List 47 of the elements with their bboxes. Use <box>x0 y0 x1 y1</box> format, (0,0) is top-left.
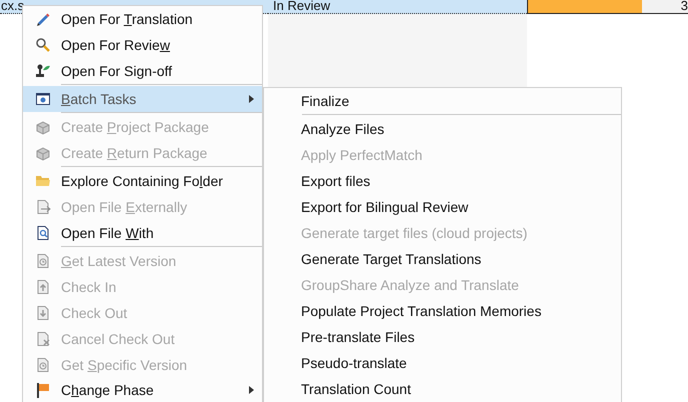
submenu-item[interactable]: Finalize <box>264 88 621 114</box>
menu-item-label: Open File Externally <box>61 199 188 215</box>
menu-item[interactable]: Explore Containing Folder <box>23 168 262 194</box>
submenu-item[interactable]: Translation Count <box>264 376 621 402</box>
folder-icon <box>35 173 51 189</box>
document-up-arrow-icon <box>35 279 51 295</box>
table-cell: 3 <box>680 0 688 12</box>
pencil-icon <box>35 11 51 27</box>
menu-item[interactable]: Open For Review <box>23 32 262 58</box>
submenu-item[interactable]: Export files <box>264 168 621 194</box>
document-clock-icon <box>35 253 51 269</box>
document-search-icon <box>35 225 51 241</box>
box-icon <box>35 119 51 135</box>
menu-item-label: Explore Containing Folder <box>61 173 224 189</box>
menu-item-label: Cancel Check Out <box>61 331 176 347</box>
menu-item-label: Check Out <box>61 305 128 321</box>
document-arrow-icon <box>35 199 51 215</box>
submenu-item[interactable]: Export for Bilingual Review <box>264 194 621 220</box>
menu-item[interactable]: Open File With <box>23 220 262 246</box>
box-icon <box>35 145 51 161</box>
search-icon <box>35 37 51 53</box>
submenu-item[interactable]: Pseudo-translate <box>264 350 621 376</box>
menu-item[interactable]: Batch Tasks <box>23 86 262 112</box>
document-clock-icon <box>35 357 51 373</box>
menu-item-label: Open File With <box>61 225 155 241</box>
menu-item-label: Get Specific Version <box>61 357 188 373</box>
menu-item-label: Open For Translation <box>61 11 194 27</box>
submenu-item[interactable]: Populate Project Translation Memories <box>264 298 621 324</box>
submenu-item[interactable]: Generate Target Translations <box>264 246 621 272</box>
menu-item-label: Check In <box>61 279 118 295</box>
menu-item-label: Get Latest Version <box>61 253 178 269</box>
flag-icon <box>35 382 51 398</box>
submenu-item[interactable]: Analyze Files <box>264 116 621 142</box>
stamp-icon <box>35 63 51 79</box>
document-cross-icon <box>35 331 51 347</box>
menu-item-label: Open For Review <box>61 37 171 53</box>
menu-item-label: Batch Tasks <box>61 91 138 107</box>
document-down-arrow-icon <box>35 305 51 321</box>
submenu-item[interactable]: Pre-translate Files <box>264 324 621 350</box>
status-cell: In Review <box>268 0 527 14</box>
menu-item-label: Create Project Package <box>61 119 210 135</box>
menu-item-label: Change Phase <box>61 382 155 398</box>
menu-item[interactable]: Open For Sign-off <box>23 58 262 84</box>
menu-item[interactable]: Change Phase <box>23 378 262 401</box>
window-gear-icon <box>35 91 51 107</box>
menu-item-label: Open For Sign-off <box>61 63 174 79</box>
menu-item-label: Create Return Package <box>61 145 208 161</box>
